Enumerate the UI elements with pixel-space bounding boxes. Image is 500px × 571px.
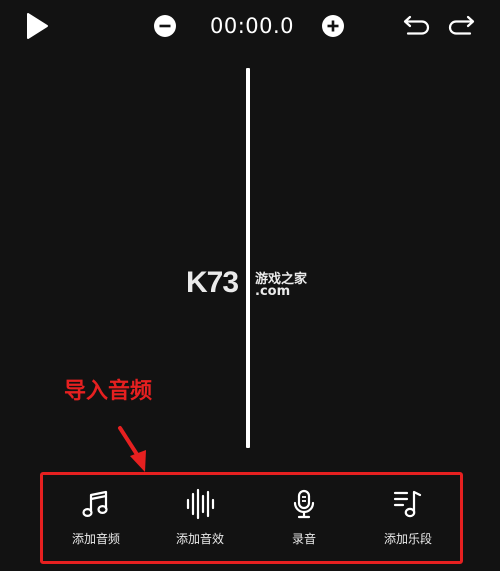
annotation-arrow-icon <box>118 426 146 472</box>
play-icon <box>27 13 48 39</box>
record-button[interactable]: 录音 <box>256 478 352 558</box>
playhead[interactable] <box>246 68 250 448</box>
zoom-in-button[interactable] <box>322 15 344 37</box>
add-audio-label: 添加音频 <box>71 532 120 546</box>
undo-button[interactable] <box>402 13 432 39</box>
undo-icon <box>403 15 430 35</box>
plus-circle-icon <box>322 15 344 37</box>
sound-wave-icon <box>186 488 215 520</box>
play-button[interactable] <box>22 10 52 42</box>
add-sound-effect-button[interactable]: 添加音效 <box>152 478 248 558</box>
music-list-icon <box>393 490 422 518</box>
microphone-icon <box>293 489 315 519</box>
add-sound-effect-label: 添加音效 <box>175 532 224 546</box>
watermark: K73 游戏之家 .com <box>186 264 336 304</box>
annotation-label: 导入音频 <box>64 379 153 404</box>
redo-button[interactable] <box>446 13 476 39</box>
add-music-section-label: 添加乐段 <box>383 532 432 546</box>
redo-icon <box>448 15 475 35</box>
zoom-out-button[interactable] <box>154 15 176 37</box>
action-bar: 添加音频 添加音效 录音 添加乐段 <box>48 478 456 558</box>
add-audio-button[interactable]: 添加音频 <box>48 478 144 558</box>
time-display: 00:00.0 <box>209 14 295 38</box>
minus-circle-icon <box>154 15 176 37</box>
watermark-domain: .com <box>255 284 291 299</box>
record-label: 录音 <box>291 532 316 546</box>
watermark-brand: K73 <box>186 266 239 299</box>
add-music-section-button[interactable]: 添加乐段 <box>360 478 456 558</box>
music-note-icon <box>82 490 108 518</box>
